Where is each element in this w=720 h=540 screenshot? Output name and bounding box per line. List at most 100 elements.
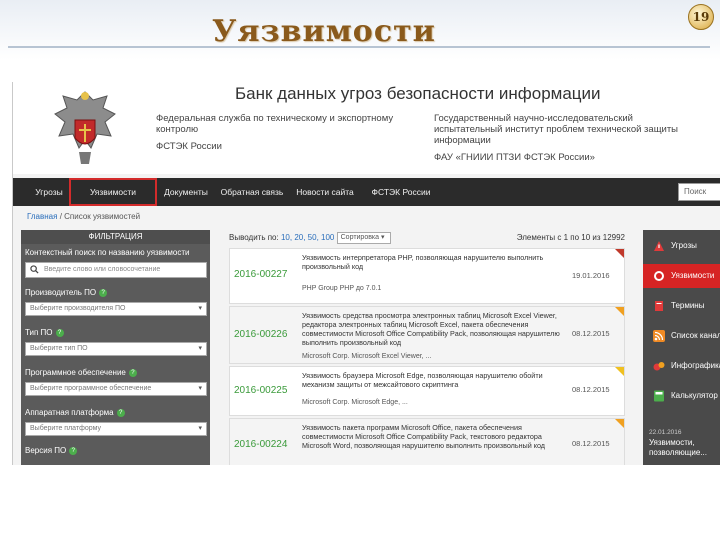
slide-title: Уязвимости (212, 14, 436, 49)
vuln-description[interactable]: Уязвимость средства просмотра электронны… (302, 311, 564, 347)
vuln-id[interactable]: 2016-00224 (234, 439, 287, 450)
vuln-description[interactable]: Уязвимость браузера Microsoft Edge, позв… (302, 371, 564, 389)
org-left-abbr: ФСТЭК России (156, 141, 222, 152)
side-item-label: Список каналов (671, 331, 720, 340)
side-news[interactable]: 22.01.2016 Уязвимости, позволяющие... (649, 428, 719, 458)
sort-select-value: Сортировка (340, 233, 380, 241)
search-icon (30, 265, 39, 274)
vuln-id[interactable]: 2016-00227 (234, 269, 287, 280)
per-page-100[interactable]: 100 (321, 233, 334, 242)
software-label-text: Программное обеспечение (25, 368, 126, 377)
help-icon[interactable]: ? (116, 408, 125, 417)
platform-label-text: Аппаратная платформа (25, 408, 114, 417)
org-left[interactable]: Федеральная служба по техническому и экс… (156, 113, 426, 152)
fstec-emblem-icon (54, 91, 116, 164)
site-title: Банк данных угроз безопасности информаци… (235, 84, 601, 103)
side-item-label: Термины (671, 301, 705, 310)
vuln-description[interactable]: Уязвимость пакета программ Microsoft Off… (302, 423, 564, 450)
nav-item-documents[interactable]: Документы (157, 178, 215, 206)
version-label-text: Версия ПО (25, 446, 67, 455)
chart-icon (653, 362, 665, 371)
breadcrumb-home[interactable]: Главная (27, 212, 57, 221)
software-select-value: Выберите программное обеспечение (30, 385, 152, 392)
software-select[interactable]: Выберите программное обеспечение ▾ (25, 382, 207, 396)
vuln-description[interactable]: Уязвимость интерпретатора PHP, позволяющ… (302, 253, 564, 271)
nav-item-fstec[interactable]: ФСТЭК России (361, 178, 441, 206)
side-item-infographics[interactable]: Инфографика (643, 354, 720, 378)
nav-search-input[interactable]: Поиск (678, 183, 720, 201)
breadcrumb-current: Список уязвимостей (64, 212, 141, 221)
vuln-date: 08.12.2015 (572, 439, 610, 448)
severity-marker (615, 307, 624, 316)
filter-header: ФИЛЬТРАЦИЯ (21, 230, 210, 244)
per-page-50[interactable]: 50 (308, 233, 317, 242)
org-right[interactable]: Государственный научно-исследовательский… (434, 113, 694, 163)
side-item-calculator[interactable]: Калькулятор (643, 384, 720, 408)
per-page-label: Выводить по: (229, 233, 279, 242)
book-icon (655, 301, 663, 311)
warning-icon (654, 241, 664, 251)
vuln-id[interactable]: 2016-00225 (234, 385, 287, 396)
side-item-label: Калькулятор (671, 391, 718, 400)
vuln-search-input[interactable]: Введите слово или словосочетание (25, 262, 207, 278)
list-item[interactable]: 2016-00224 Уязвимость пакета программ Mi… (229, 418, 625, 465)
side-menu: Угрозы Уязвимости Термины Список каналов… (643, 230, 720, 465)
breadcrumb: Главная / Список уязвимостей (27, 212, 140, 221)
type-label-text: Тип ПО (25, 328, 53, 337)
platform-select-value: Выберите платформу (30, 425, 102, 432)
org-right-name: Государственный научно-исследовательский… (434, 113, 678, 146)
help-icon[interactable]: ? (128, 368, 137, 377)
vuln-date: 08.12.2015 (572, 329, 610, 338)
website-screenshot: Банк данных угроз безопасности информаци… (12, 82, 720, 465)
org-left-name: Федеральная служба по техническому и экс… (156, 113, 394, 135)
breadcrumb-separator: / (59, 212, 62, 221)
org-right-abbr: ФАУ «ГНИИИ ПТЗИ ФСТЭК России» (434, 152, 595, 163)
side-item-terms[interactable]: Термины (643, 294, 720, 318)
main-nav: Угрозы Уязвимости Документы Обратная свя… (13, 178, 720, 206)
type-label: Тип ПО? (25, 328, 64, 337)
rss-icon (653, 330, 665, 342)
vuln-date: 19.01.2016 (572, 271, 610, 280)
side-item-feeds[interactable]: Список каналов (643, 324, 720, 348)
vuln-vendor: Microsoft Corp. Microsoft Edge, ... (302, 399, 408, 406)
severity-marker (615, 419, 624, 428)
list-item[interactable]: 2016-00227 Уязвимость интерпретатора PHP… (229, 248, 625, 304)
severity-marker (615, 367, 624, 376)
item-count: Элементы с 1 по 10 из 12992 (516, 233, 625, 242)
help-icon[interactable]: ? (69, 446, 78, 455)
side-item-threats[interactable]: Угрозы (643, 234, 720, 258)
vuln-search-placeholder: Введите слово или словосочетание (44, 266, 161, 273)
per-page-10[interactable]: 10 (281, 233, 290, 242)
list-item[interactable]: 2016-00226 Уязвимость средства просмотра… (229, 306, 625, 364)
chevron-down-icon: ▾ (198, 425, 202, 432)
vendor-label-text: Производитель ПО (25, 288, 97, 297)
vuln-id[interactable]: 2016-00226 (234, 329, 287, 340)
chevron-down-icon: ▾ (198, 305, 202, 312)
bug-icon (654, 271, 664, 281)
search-label: Контекстный поиск по названию уязвимости (25, 248, 190, 257)
side-item-vulnerabilities[interactable]: Уязвимости (643, 264, 720, 288)
help-icon[interactable]: ? (55, 328, 64, 337)
calculator-icon (654, 390, 664, 402)
vuln-vendor: Microsoft Corp. Microsoft Excel Viewer, … (302, 353, 432, 360)
side-item-label: Угрозы (671, 241, 697, 250)
nav-item-news[interactable]: Новости сайта (289, 178, 361, 206)
list-toolbar: Выводить по: 10, 20, 50, 100 Сортировка … (229, 230, 625, 246)
nav-item-feedback[interactable]: Обратная связь (215, 178, 289, 206)
severity-marker (615, 249, 624, 258)
vendor-select-value: Выберите производителя ПО (30, 305, 126, 312)
platform-select[interactable]: Выберите платформу ▾ (25, 422, 207, 436)
vendor-select[interactable]: Выберите производителя ПО ▾ (25, 302, 207, 316)
list-item[interactable]: 2016-00225 Уязвимость браузера Microsoft… (229, 366, 625, 416)
nav-item-vulnerabilities[interactable]: Уязвимости (69, 178, 157, 206)
side-news-text: Уязвимости, позволяющие... (649, 438, 707, 457)
nav-item-threats[interactable]: Угрозы (25, 178, 73, 206)
side-news-date: 22.01.2016 (649, 429, 682, 436)
page-number-badge: 19 (688, 4, 714, 30)
help-icon[interactable]: ? (99, 288, 108, 297)
per-page-20[interactable]: 20 (294, 233, 303, 242)
sort-select[interactable]: Сортировка ▾ (336, 231, 391, 244)
side-item-label: Уязвимости (671, 271, 715, 280)
vuln-vendor: PHP Group PHP до 7.0.1 (302, 285, 382, 292)
type-select[interactable]: Выберите тип ПО ▾ (25, 342, 207, 356)
